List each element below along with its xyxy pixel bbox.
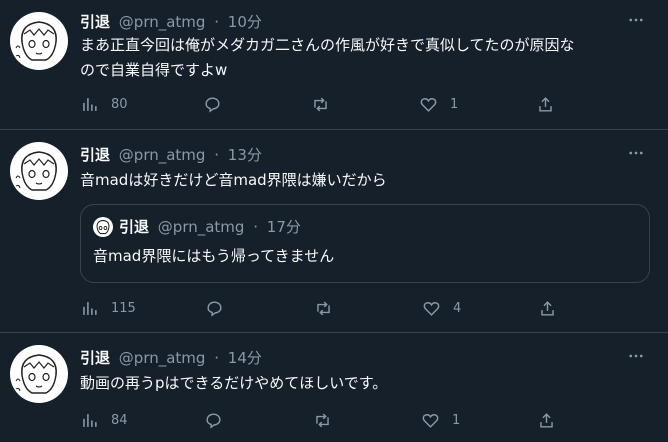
retweet-icon — [317, 301, 330, 315]
retweet-button[interactable] — [313, 408, 332, 432]
reply-icon — [207, 300, 222, 317]
tweet-header: 引退 @prn_atmg · 13分 — [80, 145, 262, 165]
avatar-illustration-icon — [15, 21, 57, 61]
more-icon — [629, 151, 643, 155]
separator-dot: · — [214, 349, 219, 367]
tweet[interactable]: 引退 @prn_atmg · 14分 動画の再うpはできるだけやめてほしいです。… — [0, 333, 668, 442]
user-handle[interactable]: @prn_atmg — [119, 146, 206, 164]
tweet[interactable]: 引退 @prn_atmg · 13分 音madは好きだけど音mad界隈は嫌いだか… — [0, 130, 668, 333]
timestamp[interactable]: 14分 — [228, 349, 262, 367]
retweet-icon — [316, 413, 329, 427]
action-bar: 80 1 — [80, 92, 655, 116]
share-icon — [539, 96, 552, 112]
quoted-text: 音mad界隈にはもう帰ってきません — [93, 247, 335, 265]
separator-dot: · — [214, 146, 219, 164]
likes-count: 4 — [453, 300, 462, 316]
timestamp[interactable]: 13分 — [228, 146, 262, 164]
more-options-button[interactable] — [626, 10, 646, 30]
quoted-display-name[interactable]: 引退 — [119, 218, 149, 236]
like-button[interactable]: 4 — [422, 296, 461, 320]
heart-icon — [422, 413, 439, 428]
likes-count: 1 — [452, 412, 461, 428]
views-count: 80 — [111, 96, 128, 112]
display-name[interactable]: 引退 — [80, 349, 110, 367]
tweet-text-line: ので自業自得ですよw — [80, 61, 228, 79]
retweet-button[interactable] — [311, 92, 330, 116]
heart-icon — [423, 301, 440, 316]
like-button[interactable]: 1 — [419, 92, 458, 116]
share-icon — [541, 300, 554, 316]
likes-count: 1 — [450, 96, 459, 112]
more-options-button[interactable] — [626, 346, 646, 366]
reply-icon — [205, 96, 220, 113]
avatar-illustration-icon — [15, 354, 57, 394]
views-button[interactable]: 115 — [80, 296, 136, 320]
reply-icon — [206, 412, 221, 429]
analytics-icon — [83, 97, 97, 111]
separator-dot: · — [253, 218, 258, 236]
tweet-header: 引退 @prn_atmg · 10分 — [80, 12, 262, 32]
more-icon — [629, 18, 643, 22]
analytics-icon — [83, 413, 97, 427]
action-bar: 115 4 — [80, 296, 655, 320]
user-handle[interactable]: @prn_atmg — [119, 349, 206, 367]
tweet-text-line: まあ正直今回は俺がメダカガ二さんの作風が好きで真似してたのが原因な — [80, 36, 575, 54]
share-button[interactable] — [538, 296, 557, 320]
views-button[interactable]: 80 — [80, 92, 128, 116]
tweet-text: 動画の再うpはできるだけやめてほしいです。 — [80, 374, 388, 392]
views-count: 84 — [111, 412, 128, 428]
tweet-header: 引退 @prn_atmg · 14分 — [80, 348, 262, 368]
quoted-user-handle[interactable]: @prn_atmg — [158, 218, 245, 236]
retweet-icon — [314, 97, 327, 111]
retweet-button[interactable] — [314, 296, 333, 320]
more-options-button[interactable] — [626, 143, 646, 163]
tweet-text: 音madは好きだけど音mad界隈は嫌いだから — [80, 171, 387, 189]
reply-button[interactable] — [205, 296, 224, 320]
share-button[interactable] — [536, 92, 555, 116]
quoted-avatar[interactable] — [93, 217, 113, 237]
views-button[interactable]: 84 — [80, 408, 128, 432]
more-icon — [629, 354, 643, 358]
tweet-text: まあ正直今回は俺がメダカガ二さんの作風が好きで真似してたのが原因な ので自業自得… — [80, 33, 655, 83]
user-handle[interactable]: @prn_atmg — [119, 13, 206, 31]
display-name[interactable]: 引退 — [80, 13, 110, 31]
like-button[interactable]: 1 — [421, 408, 460, 432]
action-bar: 84 1 — [80, 408, 655, 432]
heart-icon — [420, 97, 437, 112]
reply-button[interactable] — [204, 408, 223, 432]
separator-dot: · — [214, 13, 219, 31]
tweet[interactable]: 引退 @prn_atmg · 10分 まあ正直今回は俺がメダカガ二さんの作風が好… — [0, 0, 668, 130]
avatar[interactable] — [10, 142, 68, 200]
analytics-icon — [83, 301, 97, 315]
timestamp[interactable]: 10分 — [228, 13, 262, 31]
avatar[interactable] — [10, 12, 68, 70]
quoted-header: 引退 @prn_atmg · 17分 — [119, 217, 301, 237]
quoted-timestamp[interactable]: 17分 — [267, 218, 301, 236]
avatar-illustration-icon — [96, 219, 110, 235]
display-name[interactable]: 引退 — [80, 146, 110, 164]
reply-button[interactable] — [203, 92, 222, 116]
avatar-illustration-icon — [15, 151, 57, 191]
share-button[interactable] — [537, 408, 556, 432]
quoted-tweet[interactable]: 引退 @prn_atmg · 17分 音mad界隈にはもう帰ってきません — [80, 204, 650, 283]
avatar[interactable] — [10, 345, 68, 403]
views-count: 115 — [111, 300, 136, 316]
share-icon — [540, 412, 553, 428]
